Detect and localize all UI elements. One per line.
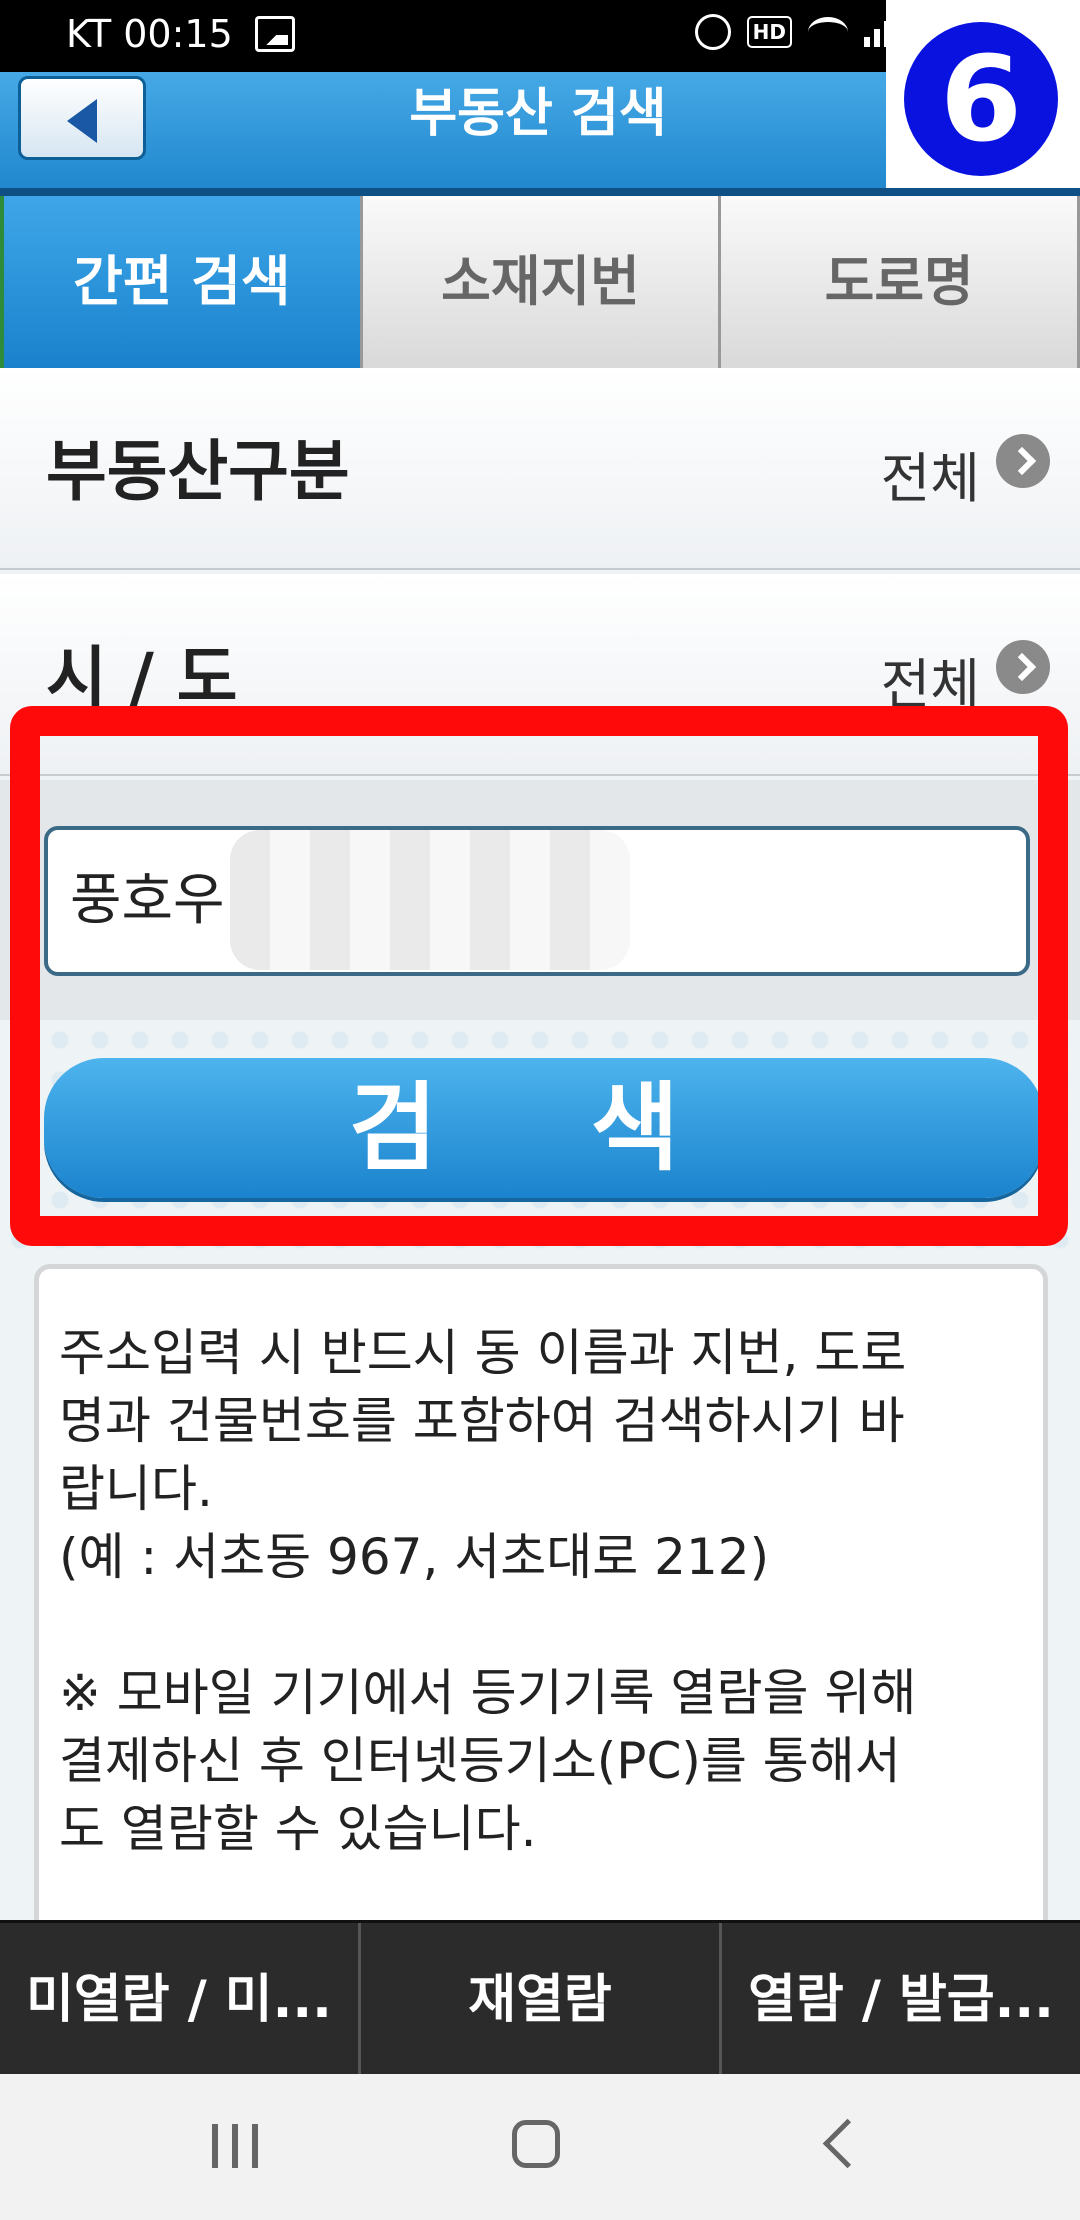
filter-value: 전체 — [880, 447, 980, 510]
view-issue-button[interactable]: 열람 / 발급... — [722, 1923, 1080, 2077]
carrier-time: KT 00:15 — [66, 12, 233, 56]
step-badge: 6 — [904, 22, 1058, 176]
recent-apps-icon[interactable] — [212, 2124, 258, 2168]
page-title: 부동산 검색 — [409, 84, 667, 144]
notice-line: 명과 건물번호를 포함하여 검색하시기 바 — [59, 1392, 905, 1450]
notice-box: 주소입력 시 반드시 동 이름과 지번, 도로 명과 건물번호를 포함하여 검색… — [34, 1264, 1048, 1944]
home-icon[interactable] — [512, 2120, 560, 2168]
unviewed-button[interactable]: 미열람 / 미... — [0, 1923, 361, 2077]
back-icon[interactable] — [822, 2118, 873, 2169]
notice-line: 랍니다. — [59, 1460, 213, 1518]
tab-road-name[interactable]: 도로명 — [721, 196, 1080, 368]
notice-line: (예 : 서초동 967, 서초대로 212) — [59, 1528, 770, 1586]
filter-label: 부동산구분 — [46, 433, 350, 510]
notice-line: ※ 모바일 기기에서 등기기록 열람을 위해 — [59, 1664, 917, 1722]
review-button[interactable]: 재열람 — [361, 1923, 722, 2077]
app-header: 부동산 검색 — [0, 72, 886, 194]
system-nav-bar — [0, 2074, 1080, 2220]
wifi-icon — [808, 17, 848, 47]
chevron-right-icon — [996, 640, 1050, 694]
hd-voice-icon: HD — [746, 16, 792, 48]
bottom-toolbar: 미열람 / 미... 재열람 열람 / 발급... — [0, 1920, 1080, 2077]
header-divider — [0, 188, 1080, 196]
filter-row-property-type[interactable]: 부동산구분 전체 — [0, 368, 1080, 570]
chevron-right-icon — [996, 434, 1050, 488]
notice-line: 결제하신 후 인터넷등기소(PC)를 통해서 — [59, 1732, 901, 1790]
search-tabs: 간편 검색 소재지번 도로명 — [0, 196, 1080, 368]
notice-line: 도 열람할 수 있습니다. — [59, 1800, 537, 1858]
highlight-box — [10, 706, 1068, 1246]
step-badge-box: 6 — [886, 0, 1080, 194]
tab-lot-number[interactable]: 소재지번 — [362, 196, 722, 368]
status-left: KT 00:15 — [66, 12, 295, 56]
notice-line: 주소입력 시 반드시 동 이름과 지번, 도로 — [59, 1324, 907, 1382]
alarm-icon — [694, 14, 731, 50]
tab-simple-search[interactable]: 간편 검색 — [0, 196, 363, 368]
image-notification-icon — [254, 16, 295, 52]
status-right: HD — [694, 14, 890, 50]
